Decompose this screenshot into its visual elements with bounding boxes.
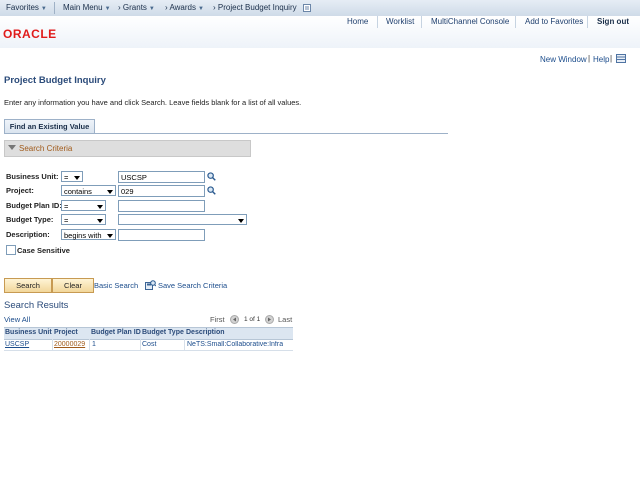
column-divider: [52, 339, 53, 350]
multichannel-console-link[interactable]: MultiChannel Console: [431, 17, 509, 26]
header-divider: [421, 16, 422, 28]
nav-divider: [54, 2, 55, 14]
business-unit-input[interactable]: USCSP: [118, 171, 205, 183]
dropdown-arrow-icon: [97, 205, 103, 209]
header-divider: [515, 16, 516, 28]
column-divider: [140, 339, 141, 350]
basic-search-link[interactable]: Basic Search: [94, 281, 138, 290]
search-criteria-label: Search Criteria: [19, 144, 73, 153]
business-unit-operator-value: =: [64, 173, 69, 182]
budget-plan-id-operator-value: =: [64, 202, 69, 211]
search-button[interactable]: Search: [4, 278, 52, 293]
first-page-label: First: [210, 315, 225, 324]
project-label: Project:: [6, 186, 34, 195]
save-search-icon[interactable]: [145, 280, 156, 290]
page-icon[interactable]: [303, 4, 311, 12]
description-operator-select[interactable]: begins with: [61, 229, 116, 240]
instructions-text: Enter any information you have and click…: [4, 98, 302, 107]
cell-budget-type[interactable]: Cost: [142, 341, 156, 348]
column-divider: [184, 339, 185, 350]
breadcrumb-awards[interactable]: › Awards ▼: [165, 3, 204, 12]
arrow-right-icon: [268, 317, 271, 322]
home-link[interactable]: Home: [347, 17, 368, 26]
budget-plan-id-operator-select[interactable]: =: [61, 200, 106, 211]
breadcrumb-separator-icon: ›: [165, 3, 168, 12]
chevron-down-icon: ▼: [40, 6, 47, 12]
dropdown-arrow-icon: [238, 219, 244, 223]
breadcrumb-grants[interactable]: › Grants ▼: [118, 3, 155, 12]
worklist-link[interactable]: Worklist: [386, 17, 414, 26]
column-header-budget-type[interactable]: Budget Type: [142, 329, 184, 336]
page-count: 1 of 1: [244, 316, 261, 323]
dropdown-arrow-icon: [97, 219, 103, 223]
add-to-favorites-link[interactable]: Add to Favorites: [525, 17, 583, 26]
previous-page-icon[interactable]: [230, 315, 239, 324]
main-menu[interactable]: Main Menu ▼: [63, 3, 111, 12]
column-header-project[interactable]: Project: [54, 329, 78, 336]
column-header-budget-plan-id[interactable]: Budget Plan ID: [91, 329, 141, 336]
clear-button[interactable]: Clear: [52, 278, 94, 293]
chevron-down-icon: ▼: [148, 6, 155, 12]
budget-type-operator-select[interactable]: =: [61, 214, 106, 225]
chevron-down-icon: ▼: [104, 6, 111, 12]
oracle-logo: ORACLE: [3, 27, 57, 41]
link-divider: |: [610, 54, 613, 63]
header-divider: [587, 16, 588, 28]
cell-budget-plan-id[interactable]: 1: [92, 341, 96, 348]
breadcrumb-separator-icon: ›: [213, 3, 216, 12]
grants-label: Grants: [122, 3, 147, 12]
lookup-icon[interactable]: [207, 172, 216, 181]
favorites-label: Favorites: [6, 3, 39, 12]
description-label: Description:: [6, 230, 50, 239]
budget-type-label: Budget Type:: [6, 215, 54, 224]
current-page-label: Project Budget Inquiry: [217, 3, 297, 12]
save-search-criteria-link[interactable]: Save Search Criteria: [158, 281, 227, 290]
case-sensitive-checkbox[interactable]: [6, 245, 16, 255]
next-page-icon[interactable]: [265, 315, 274, 324]
link-divider: |: [588, 54, 591, 63]
dropdown-arrow-icon: [107, 234, 113, 238]
page-title: Project Budget Inquiry: [4, 75, 106, 86]
column-divider: [89, 339, 90, 350]
header-divider: [377, 16, 378, 28]
budget-type-operator-value: =: [64, 216, 69, 225]
dropdown-arrow-icon: [107, 190, 113, 194]
sign-out-link[interactable]: Sign out: [597, 17, 629, 26]
case-sensitive-label: Case Sensitive: [17, 246, 70, 255]
new-window-link[interactable]: New Window: [540, 55, 587, 64]
budget-plan-id-input[interactable]: [118, 200, 205, 212]
lookup-icon[interactable]: [207, 186, 216, 195]
column-header-description[interactable]: Description: [186, 329, 225, 336]
tab-find-existing-value[interactable]: Find an Existing Value: [4, 119, 95, 134]
project-operator-select[interactable]: contains: [61, 185, 116, 196]
favorites-menu[interactable]: Favorites ▼: [6, 3, 47, 12]
help-link[interactable]: Help: [593, 55, 609, 64]
arrow-left-icon: [233, 317, 236, 322]
cell-project[interactable]: 20000029: [54, 341, 85, 348]
collapse-triangle-icon[interactable]: [8, 145, 16, 150]
main-menu-label: Main Menu: [63, 3, 103, 12]
business-unit-operator-select[interactable]: =: [61, 171, 83, 182]
budget-plan-id-label: Budget Plan ID:: [6, 201, 62, 210]
breadcrumb-current-page: › Project Budget Inquiry: [213, 3, 297, 12]
tab-underline: [4, 133, 448, 134]
view-all-link[interactable]: View All: [4, 315, 30, 324]
breadcrumb-separator-icon: ›: [118, 3, 121, 12]
column-header-business-unit[interactable]: Business Unit: [5, 329, 52, 336]
budget-type-select[interactable]: [118, 214, 247, 225]
chevron-down-icon: ▼: [197, 6, 204, 12]
awards-label: Awards: [169, 3, 196, 12]
search-results-title: Search Results: [4, 300, 69, 311]
customize-page-icon[interactable]: [616, 54, 626, 63]
cell-business-unit[interactable]: USCSP: [5, 341, 29, 348]
business-unit-label: Business Unit:: [6, 172, 59, 181]
description-input[interactable]: [118, 229, 205, 241]
project-operator-value: contains: [64, 187, 92, 196]
project-input[interactable]: 029: [118, 185, 205, 197]
dropdown-arrow-icon: [74, 176, 80, 180]
last-page-label: Last: [278, 315, 293, 324]
description-operator-value: begins with: [64, 231, 102, 240]
cell-description[interactable]: NeTS:Small:Collaborative:Infra: [187, 341, 283, 348]
